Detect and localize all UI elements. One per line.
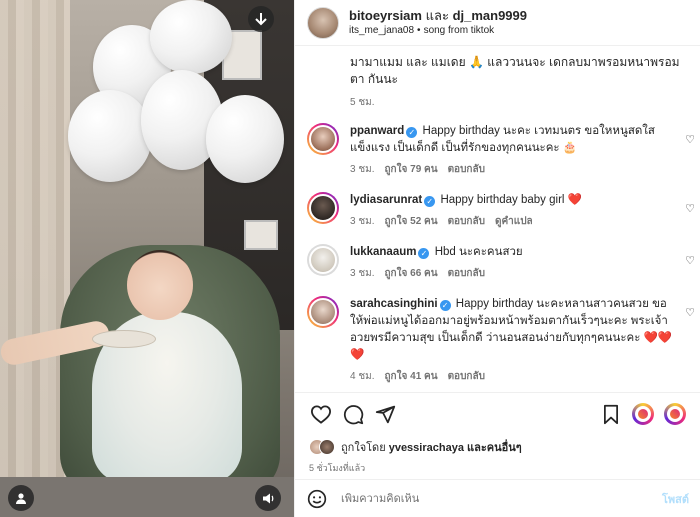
comment-text: Hbd นะคะคนสวย (434, 246, 523, 258)
caption-continuation: มามาแมม และ แมเดย 🙏 แลววนนจะ เดกลบมาพรอม… (295, 46, 700, 111)
speaker-icon (262, 493, 273, 503)
verified-badge-icon: ✓ (439, 300, 451, 311)
tagged-users-button[interactable] (8, 485, 34, 511)
commenter-avatar[interactable] (307, 296, 339, 328)
balloon (206, 95, 284, 183)
comment-time[interactable]: 4 ชม. (350, 371, 375, 382)
post-timestamp[interactable]: 5 ชั่วโมงที่แล้ว (295, 461, 700, 475)
liked-by-prefix: ถูกใจโดย (341, 442, 386, 454)
likes-summary[interactable]: ถูกใจโดย yvessirachaya และคนอื่นๆ (295, 435, 700, 459)
add-comment-bar: โพสต์ (295, 479, 700, 517)
like-comment-heart-icon[interactable]: ♡ (685, 306, 695, 319)
like-button[interactable] (305, 398, 337, 430)
commenter-username[interactable]: lydiasarunrat (350, 194, 422, 206)
balloon (150, 0, 232, 74)
post-header: bitoeyrsiam และ dj_man9999 its_me_jana08… (295, 0, 700, 46)
gift-sticker-button[interactable] (627, 398, 659, 430)
commenter-username[interactable]: sarahcasinghini (350, 298, 438, 310)
verified-badge-icon: ✓ (424, 196, 436, 207)
paper-plane-icon (375, 405, 395, 423)
comment-text: Happy birthday baby girl ❤️ (440, 194, 582, 206)
collab-username[interactable]: dj_man9999 (453, 8, 527, 23)
comment-likes[interactable]: ถูกใจ 52 คน (385, 216, 438, 227)
stories-ring-icon (632, 403, 654, 425)
stickers-button[interactable] (659, 398, 691, 430)
save-button[interactable] (595, 398, 627, 430)
liker-avatar (319, 439, 335, 455)
comment-item: sarahcasinghini ✓ Happy birthday นะคะหลาน… (295, 296, 700, 385)
smiley-icon[interactable] (307, 489, 327, 509)
like-comment-heart-icon[interactable]: ♡ (685, 133, 695, 146)
post-footer: ถูกใจโดย yvessirachaya และคนอื่นๆ 5 ชั่ว… (295, 392, 700, 517)
girl-face (127, 250, 193, 320)
like-comment-heart-icon[interactable]: ♡ (685, 254, 695, 267)
author-avatar[interactable] (307, 6, 339, 39)
user-icon (16, 493, 26, 504)
liked-by-user[interactable]: yvessirachaya (389, 442, 464, 454)
tagged-username[interactable]: its_me_jana08 (349, 25, 414, 36)
liked-by-others[interactable]: และคนอื่นๆ (467, 442, 522, 454)
plate (92, 330, 156, 348)
see-translation-button[interactable]: ดูคำแปล (495, 216, 533, 227)
post-sidebar: bitoeyrsiam และ dj_man9999 its_me_jana08… (294, 0, 700, 517)
comment-likes[interactable]: ถูกใจ 79 คน (385, 164, 438, 175)
commenter-avatar[interactable] (307, 192, 339, 224)
comment-item: lydiasarunrat ✓ Happy birthday baby girl … (295, 192, 700, 230)
download-button[interactable] (248, 6, 274, 32)
commenter-avatar[interactable] (307, 123, 339, 155)
balloon (68, 90, 152, 182)
verified-badge-icon: ✓ (406, 127, 418, 138)
reply-button[interactable]: ตอบกลับ (448, 268, 485, 279)
comment-item: lukkanaaum ✓ Hbd นะคะคนสวย 3 ชม. ถูกใจ 66 … (295, 244, 700, 282)
arrow-down-icon (255, 13, 267, 26)
heart-icon (310, 405, 332, 424)
reply-button[interactable]: ตอบกลับ (448, 164, 485, 175)
author-username[interactable]: bitoeyrsiam (349, 8, 422, 23)
comment-time[interactable]: 3 ชม. (350, 164, 375, 175)
add-comment-input[interactable] (341, 492, 662, 505)
verified-badge-icon: ✓ (418, 248, 430, 259)
caption-text: มามาแมม และ แมเดย 🙏 แลววนนจะ เดกลบมาพรอม… (350, 55, 680, 86)
post-modal: bitoeyrsiam และ dj_man9999 its_me_jana08… (0, 0, 700, 517)
caption-time: 5 ชม. (350, 97, 375, 108)
conjunction: และ (425, 7, 449, 23)
audio-label[interactable]: song from tiktok (424, 25, 495, 36)
bookmark-icon (604, 404, 618, 424)
comment-time[interactable]: 3 ชม. (350, 216, 375, 227)
share-button[interactable] (369, 398, 401, 430)
commenter-username[interactable]: ppanward (350, 125, 404, 137)
comment-button[interactable] (337, 398, 369, 430)
comment-bubble-icon (343, 404, 363, 424)
comment-time[interactable]: 3 ชม. (350, 268, 375, 279)
commenter-avatar[interactable] (307, 244, 339, 276)
post-media[interactable] (0, 0, 294, 517)
comment-likes[interactable]: ถูกใจ 66 คน (385, 268, 438, 279)
comment-list[interactable]: มามาแมม และ แมเดย 🙏 แลววนนจะ เดกลบมาพรอม… (295, 46, 700, 392)
mute-button[interactable] (255, 485, 281, 511)
commenter-username[interactable]: lukkanaaum (350, 246, 416, 258)
comment-item: ppanward ✓ Happy birthday นะคะ เวทมนตร ขอ… (295, 123, 700, 178)
comment-likes[interactable]: ถูกใจ 41 คน (385, 371, 438, 382)
reply-button[interactable]: ตอบกลับ (448, 216, 485, 227)
stories-ring-icon (664, 403, 686, 425)
floor (0, 477, 294, 517)
like-comment-heart-icon[interactable]: ♡ (685, 202, 695, 215)
post-comment-button[interactable]: โพสต์ (662, 490, 689, 508)
action-bar (295, 393, 700, 435)
reply-button[interactable]: ตอบกลับ (448, 371, 485, 382)
